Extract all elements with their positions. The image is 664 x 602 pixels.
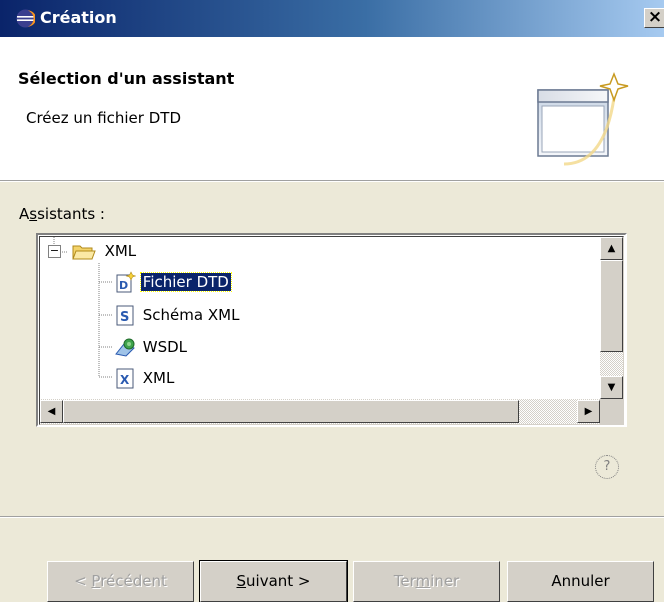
next-button-suffix: uivant > <box>246 572 311 590</box>
title-bar: Création × <box>0 0 664 37</box>
next-button[interactable]: Suivant > <box>199 560 348 602</box>
tree-node-label: Schéma XML <box>142 305 240 324</box>
tree-node-xml-schema[interactable]: S Schéma XML <box>114 304 241 326</box>
svg-text:X: X <box>120 373 130 387</box>
scroll-up-button[interactable]: ▲ <box>600 237 623 260</box>
back-button-prefix: < <box>74 572 92 590</box>
eclipse-icon <box>16 9 35 28</box>
tree-node-wsdl[interactable]: WSDL <box>114 336 189 358</box>
cancel-button[interactable]: Annuler <box>507 561 654 602</box>
wsdl-icon <box>115 338 135 357</box>
wizard-tree[interactable]: − XML D Fichier DTD S Schéma XML WSDL X … <box>36 233 627 427</box>
tree-node-dtd-file[interactable]: D Fichier DTD <box>114 271 232 293</box>
tree-node-xml-file[interactable]: X XML <box>114 367 176 389</box>
tree-node-label: WSDL <box>142 337 188 356</box>
page-title: Sélection d'un assistant <box>18 69 235 88</box>
finish-button-suffix: iner <box>430 572 460 590</box>
scroll-right-button[interactable]: ▶ <box>577 400 600 423</box>
page-description: Créez un fichier DTD <box>26 109 181 127</box>
window-title: Création <box>40 8 117 27</box>
button-bar-separator <box>0 516 664 518</box>
finish-button-mnemonic: m <box>415 572 431 590</box>
vertical-scroll-thumb[interactable] <box>600 260 623 352</box>
wizards-label-mnemonic: s <box>29 205 38 223</box>
tree-node-xml-folder[interactable]: − XML <box>48 242 138 261</box>
back-button[interactable]: < Précédent <box>47 561 194 602</box>
schema-file-icon: S <box>116 305 134 326</box>
wizards-label-prefix: A <box>19 205 30 223</box>
new-wizard-banner-icon <box>537 71 629 166</box>
finish-button[interactable]: Terminer <box>353 561 500 602</box>
folder-open-icon <box>72 245 96 259</box>
dtd-file-icon: D <box>116 271 137 293</box>
svg-text:S: S <box>120 310 129 325</box>
close-button[interactable]: × <box>644 8 664 28</box>
help-icon[interactable]: ? <box>595 455 619 479</box>
xml-file-icon: X <box>116 368 134 389</box>
wizards-label: Assistants : <box>19 205 105 223</box>
tree-viewport: − XML D Fichier DTD S Schéma XML WSDL X … <box>39 236 624 425</box>
collapse-toggle-icon[interactable]: − <box>48 245 61 258</box>
back-button-suffix: récédent <box>100 572 167 590</box>
scrollbar-corner <box>600 399 623 424</box>
horizontal-scroll-thumb[interactable] <box>63 400 519 423</box>
scroll-down-button[interactable]: ▼ <box>600 376 623 399</box>
wizards-label-suffix: sistants : <box>37 205 105 223</box>
horizontal-scrollbar[interactable]: ◀ ▶ <box>40 399 600 424</box>
tree-node-label: XML <box>104 242 137 260</box>
svg-text:D: D <box>119 279 128 292</box>
tree-node-label: XML <box>142 368 175 387</box>
tree-node-label: Fichier DTD <box>139 271 232 292</box>
next-button-mnemonic: S <box>236 572 247 590</box>
scroll-left-button[interactable]: ◀ <box>40 400 63 423</box>
header-separator <box>0 180 664 182</box>
finish-button-prefix: Ter <box>393 572 416 590</box>
back-button-mnemonic: P <box>91 572 101 590</box>
vertical-scrollbar[interactable]: ▲ ▼ <box>600 237 623 399</box>
